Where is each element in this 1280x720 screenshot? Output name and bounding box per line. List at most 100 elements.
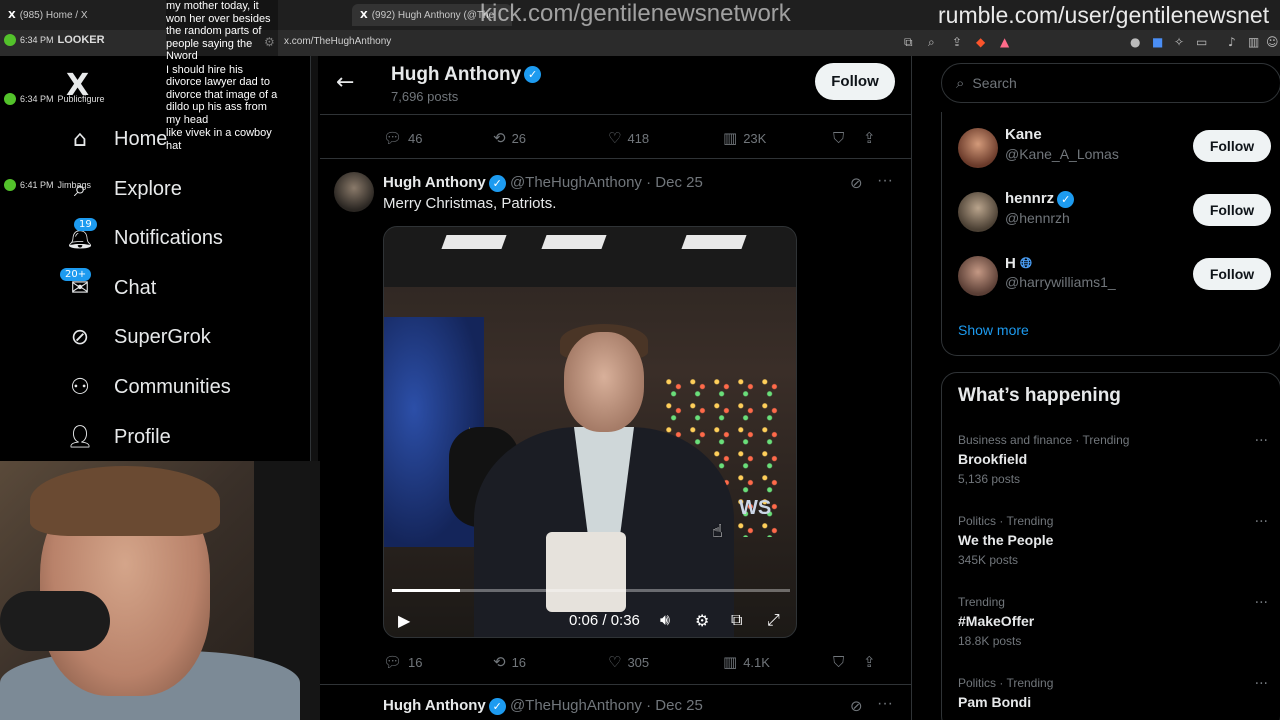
- avatar[interactable]: [958, 192, 998, 232]
- sidebar-toggle-icon[interactable]: ▥: [1248, 35, 1259, 49]
- chat-time: 6:34 PM: [20, 35, 54, 45]
- grok-icon[interactable]: ⊘: [850, 174, 863, 192]
- video-mug: [546, 532, 626, 612]
- who-handle: @hennrzh: [1005, 210, 1070, 226]
- who-name[interactable]: H 🌐︎: [1005, 254, 1032, 272]
- fullscreen-icon[interactable]: ⤢: [767, 610, 780, 630]
- hand-cursor-icon: ☝: [712, 521, 723, 542]
- share-button[interactable]: ⇪: [863, 129, 883, 147]
- sidebar-item-profile[interactable]: 👤︎ Profile: [66, 422, 171, 452]
- settings-icon[interactable]: ⚙: [695, 611, 709, 630]
- profile-icon[interactable]: ☺: [1266, 35, 1279, 49]
- reply-button[interactable]: 💬︎ 46: [383, 129, 493, 147]
- sidebar-item-label: Chat: [114, 276, 157, 299]
- looker-label: LOOKER: [57, 34, 105, 46]
- like-count: 305: [627, 654, 650, 670]
- grok-icon[interactable]: ⊘: [850, 697, 863, 715]
- like-button[interactable]: ♡ 418: [608, 129, 723, 147]
- follow-button[interactable]: Follow: [1193, 194, 1271, 226]
- volume-icon[interactable]: 🔊︎: [660, 610, 670, 630]
- share-button[interactable]: ⇪: [863, 653, 883, 671]
- like-count: 418: [627, 130, 650, 146]
- address-bar[interactable]: x.com/TheHughAnthony: [284, 36, 391, 47]
- bookmark-button[interactable]: ⛉: [833, 129, 863, 147]
- post-separator: ·: [646, 697, 652, 714]
- zoom-icon[interactable]: ⌕: [928, 35, 935, 50]
- more-options-icon[interactable]: ···: [877, 172, 893, 190]
- trend-item[interactable]: Politics · Trending Pam Bondi ···: [958, 676, 1268, 720]
- next-post-header: Hugh Anthony ✓ @TheHughAnthony · Dec 25: [383, 697, 703, 715]
- post-handle[interactable]: @TheHughAnthony: [510, 697, 642, 714]
- open-external-icon[interactable]: ⧉: [904, 35, 913, 50]
- heart-icon: ♡: [608, 129, 622, 147]
- back-arrow-icon[interactable]: ←: [336, 70, 354, 95]
- repost-button[interactable]: ⟲ 26: [493, 129, 608, 147]
- stream-overlay-row: 6:41 PM Jimbags: [4, 177, 91, 193]
- tab-home[interactable]: X (985) Home / X: [8, 4, 158, 26]
- avatar[interactable]: [958, 256, 998, 296]
- sidebar-item-communities[interactable]: ⚇ Communities: [66, 372, 231, 402]
- grok-icon: ⊘: [70, 324, 90, 350]
- post-date[interactable]: Dec 25: [655, 697, 703, 714]
- webcam-hair: [30, 466, 220, 536]
- sidebar-item-label: Notifications: [114, 226, 223, 249]
- repost-button[interactable]: ⟲ 16: [493, 653, 608, 671]
- sidebar-item-supergrok[interactable]: ⊘ SuperGrok: [66, 322, 211, 352]
- post-handle[interactable]: @TheHughAnthony: [510, 174, 642, 191]
- extension-badge-icon[interactable]: ■: [1152, 35, 1163, 49]
- more-options-icon[interactable]: ···: [1255, 433, 1268, 449]
- music-icon[interactable]: ♪: [1228, 35, 1236, 49]
- more-options-icon[interactable]: ···: [877, 695, 893, 713]
- avatar[interactable]: [334, 172, 374, 212]
- play-icon[interactable]: ▶: [398, 611, 410, 630]
- who-name[interactable]: hennrz ✓: [1005, 190, 1075, 208]
- profile-name: Hugh Anthony ✓: [391, 64, 542, 86]
- trend-item[interactable]: Politics · Trending We the People 345K p…: [958, 514, 1268, 584]
- follow-button[interactable]: Follow: [815, 63, 895, 100]
- reply-button[interactable]: 💬︎ 16: [383, 653, 493, 671]
- bookmark-button[interactable]: ⛉: [833, 653, 863, 671]
- trend-item[interactable]: Trending #MakeOffer 18.8K posts ···: [958, 595, 1268, 665]
- extension-icon[interactable]: ●: [1130, 35, 1140, 49]
- sidebar-item-home[interactable]: ⌂ Home: [66, 124, 167, 154]
- people-icon: ⚇: [70, 374, 90, 400]
- search-input[interactable]: ⌕ Search: [941, 63, 1280, 103]
- status-dot-icon: [4, 93, 16, 105]
- more-options-icon[interactable]: ···: [1255, 514, 1268, 530]
- brave-rewards-icon[interactable]: ▲: [1000, 35, 1009, 49]
- views-button[interactable]: ▥ 23K: [723, 129, 833, 147]
- trend-item[interactable]: Business and finance · Trending Brookfie…: [958, 433, 1268, 503]
- picture-in-picture-icon[interactable]: ⧉: [731, 610, 742, 630]
- post-date[interactable]: Dec 25: [655, 174, 703, 191]
- post-author[interactable]: Hugh Anthony: [383, 174, 486, 191]
- wallet-icon[interactable]: ▭: [1196, 35, 1207, 49]
- follow-button[interactable]: Follow: [1193, 258, 1271, 290]
- who-to-follow-item[interactable]: H 🌐︎ @harrywilliams1_ Follow: [958, 254, 1271, 304]
- reply-icon: 💬︎: [383, 653, 403, 671]
- bell-icon: 🔔︎ 19: [66, 218, 97, 252]
- trend-meta: Trending: [958, 595, 1005, 609]
- post-divider: [320, 158, 912, 159]
- views-button[interactable]: ▥ 4.1K: [723, 653, 833, 671]
- brave-shield-icon[interactable]: ◆: [976, 35, 985, 49]
- reply-count: 16: [408, 654, 423, 670]
- like-button[interactable]: ♡ 305: [608, 653, 723, 671]
- video-time: 0:06 / 0:36: [569, 611, 640, 629]
- share-icon[interactable]: ⇪: [952, 35, 962, 49]
- prev-post-actions: 💬︎ 46 ⟲ 26 ♡ 418 ▥ 23K ⛉ ⇪: [383, 128, 895, 148]
- who-to-follow-item[interactable]: Kane @Kane_A_Lomas Follow: [958, 126, 1271, 176]
- more-options-icon[interactable]: ···: [1255, 676, 1268, 692]
- video-progress-bar[interactable]: [392, 589, 790, 592]
- show-more-link[interactable]: Show more: [958, 322, 1029, 338]
- avatar[interactable]: [958, 128, 998, 168]
- puzzle-icon[interactable]: ✧: [1174, 35, 1184, 49]
- who-to-follow-item[interactable]: hennrz ✓ @hennrzh Follow: [958, 190, 1271, 240]
- post-author[interactable]: Hugh Anthony: [383, 697, 486, 714]
- sidebar-item-chat[interactable]: ✉ 20+ Chat: [60, 268, 157, 303]
- who-name[interactable]: Kane: [1005, 126, 1042, 143]
- sidebar-item-notifications[interactable]: 🔔︎ 19 Notifications: [66, 218, 223, 253]
- more-options-icon[interactable]: ···: [1255, 595, 1268, 611]
- follow-button[interactable]: Follow: [1193, 130, 1271, 162]
- chat-time: 6:41 PM: [20, 180, 54, 190]
- video-player[interactable]: ★ WS ▶ 0:06 / 0:36 🔊︎ ⚙ ⧉ ⤢: [383, 226, 797, 638]
